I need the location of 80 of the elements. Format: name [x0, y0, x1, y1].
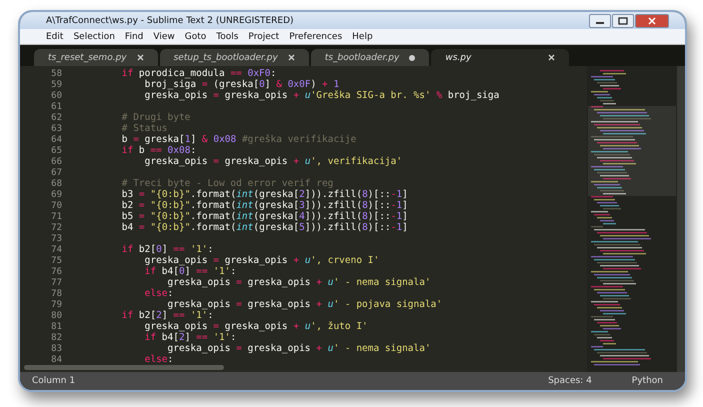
menu-item[interactable]: View — [153, 32, 175, 42]
file-tab[interactable]: setup_ts_bootloader.py — [160, 49, 309, 66]
close-icon — [647, 16, 657, 24]
menu-item[interactable]: Project — [248, 32, 280, 42]
code-line: greska_opis = greska_opis + u', verifikacija' — [144, 156, 402, 167]
close-tab-icon[interactable] — [548, 54, 556, 61]
line-number: 68 — [50, 178, 63, 188]
line-number: 65 — [50, 146, 63, 156]
menu-item[interactable]: Find — [124, 32, 144, 42]
window-title: A\TrafConnect\ws.py - Sublime Text 2 (UNREGISTERED) — [46, 16, 294, 26]
line-number: 76 — [50, 266, 63, 276]
minimize-button[interactable] — [589, 14, 611, 28]
line-number: 70 — [50, 200, 63, 210]
line-number: 64 — [50, 134, 63, 144]
file-tab[interactable]: ws.py — [431, 49, 570, 66]
line-number: 83 — [50, 344, 63, 354]
menu-item[interactable]: Tools — [216, 32, 238, 42]
line-number: 59 — [50, 80, 63, 90]
menu-item[interactable]: Preferences — [289, 32, 342, 42]
cursor-position: Column 1 — [32, 376, 76, 386]
syntax-setting[interactable]: Python — [632, 376, 663, 386]
code-line: greska_opis = greska_opis + u'Greška SIG-a br. %s' % broj_siga — [144, 90, 500, 101]
code-line: if b == 0x08: — [120, 145, 196, 156]
line-number: 72 — [50, 222, 63, 232]
file-tab[interactable]: ts_reset_semo.py — [34, 49, 158, 66]
code-line: if b4[2] == '1': — [144, 332, 236, 343]
code-line: greska_opis = greska_opis + u', žuto I' — [144, 321, 368, 332]
line-number: 81 — [50, 322, 63, 332]
line-number: 84 — [50, 354, 63, 364]
line-number: 78 — [50, 288, 63, 298]
code-line: greska_opis = greska_opis + u' - nema signala' — [167, 343, 431, 354]
maximize-icon — [618, 16, 628, 24]
code-line: if b2[2] == '1': — [120, 310, 214, 321]
code-line: if porodica_modula == 0xF0: — [120, 68, 276, 79]
line-number: 75 — [50, 256, 63, 266]
code-line: greska_opis = greska_opis + u' - pojava signala' — [166, 299, 442, 310]
line-number: 71 — [50, 212, 63, 222]
code-line: b5 = "{0:b}".format(int(greska[4])).zfill(8)[::-1] — [120, 211, 408, 222]
code-line: b3 = "{0:b}".format(int(greska[2])).zfill(8)[::-1] — [120, 189, 408, 200]
line-number: 60 — [50, 90, 63, 100]
code-line: if b4[0] == '1': — [144, 266, 236, 277]
code-line: b4 = "{0:b}".format(int(greska[5])).zfill(8)[::-1] — [120, 222, 408, 233]
indentation-setting[interactable]: Spaces: 4 — [548, 376, 592, 386]
line-number: 77 — [50, 278, 63, 288]
line-number: 62 — [50, 112, 63, 122]
close-tab-icon[interactable] — [288, 54, 295, 61]
code-line: greska_opis = greska_opis + u' - nema signala' — [167, 277, 431, 288]
minimap-drawing[interactable] — [587, 66, 677, 372]
line-number: 63 — [50, 124, 63, 134]
line-number: 82 — [50, 332, 63, 342]
line-number: 67 — [50, 168, 63, 178]
code-line: if b2[0] == '1': — [120, 244, 214, 255]
line-number: 73 — [50, 234, 63, 244]
code-line: else: — [144, 288, 174, 299]
code-line: b2 = "{0:b}".format(int(greska[3])).zfill(8)[::-1] — [120, 200, 408, 211]
line-number: 66 — [50, 156, 63, 166]
code-line: b = greska[1] & 0x08 #greška verifikacije — [120, 134, 356, 145]
menu-item[interactable]: Help — [352, 32, 373, 42]
maximize-button[interactable] — [612, 14, 634, 28]
line-number: 80 — [50, 310, 63, 320]
vertical-scrollbar[interactable] — [677, 66, 685, 372]
file-tab[interactable]: ts_bootloader.py — [310, 49, 430, 66]
close-tab-icon[interactable] — [136, 54, 144, 61]
line-number: 74 — [50, 244, 63, 254]
line-number: 79 — [50, 300, 63, 310]
code-line: else: — [144, 354, 174, 365]
code-line: # Drugi byte — [120, 112, 190, 123]
menu-item[interactable]: Selection — [73, 32, 115, 42]
menu-item[interactable]: Goto — [184, 32, 206, 42]
code-line: greska_opis = greska_opis + u', crveno I' — [144, 255, 380, 266]
horizontal-scrollbar[interactable] — [24, 365, 224, 370]
code-line: broj_siga = (greska[0] & 0x0F) + 1 — [144, 79, 340, 90]
code-line: # Treci byte - Low od error verif reg — [120, 178, 334, 189]
line-number: 61 — [50, 102, 63, 112]
close-button[interactable] — [635, 14, 669, 28]
unsaved-dot-icon — [409, 54, 416, 60]
code-line: # Status — [120, 123, 168, 134]
menu-item[interactable]: Edit — [46, 32, 64, 42]
line-number: 69 — [50, 190, 63, 200]
line-number: 58 — [50, 68, 63, 78]
